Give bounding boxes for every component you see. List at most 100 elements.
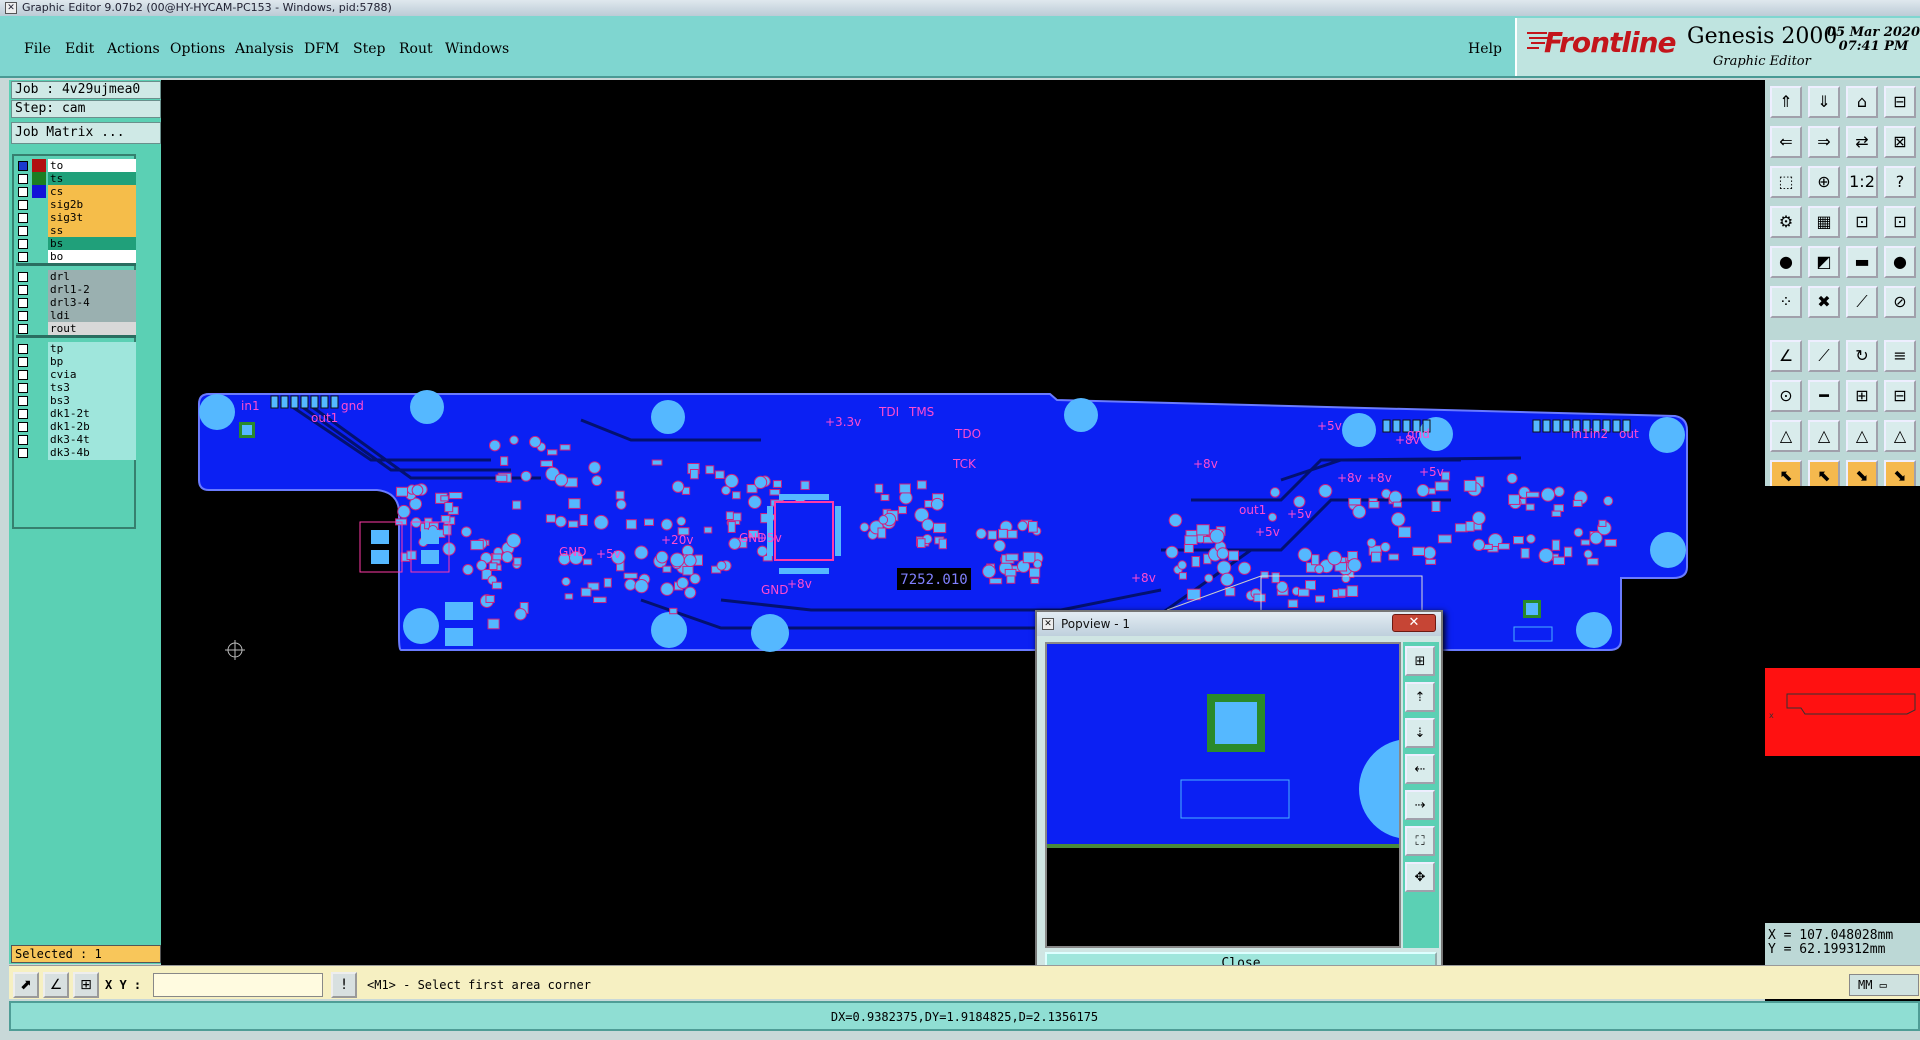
layer-checkbox[interactable]: [18, 298, 28, 308]
toolbar-16-icon[interactable]: ⊡: [1884, 206, 1916, 238]
toolbar-26-icon[interactable]: ⟋: [1808, 340, 1840, 372]
layer-checkbox[interactable]: [18, 448, 28, 458]
layer-checkbox[interactable]: [18, 200, 28, 210]
toolbar-10-icon[interactable]: ⊕: [1808, 166, 1840, 198]
toolbar-33-icon[interactable]: △: [1770, 420, 1802, 452]
layer-row-drl1-2[interactable]: drl1-2: [16, 283, 136, 297]
units-select[interactable]: MM ▭: [1849, 974, 1919, 996]
layer-row-tp[interactable]: tp: [16, 342, 136, 356]
menu-help[interactable]: Help: [1468, 41, 1502, 57]
toolbar-13-icon[interactable]: ⚙: [1770, 206, 1802, 238]
layer-checkbox[interactable]: [18, 174, 28, 184]
layer-row-ts3[interactable]: ts3: [16, 381, 136, 395]
toolbar-25-icon[interactable]: ∠: [1770, 340, 1802, 372]
toolbar-17-icon[interactable]: ●: [1770, 246, 1802, 278]
popview-zoom-in-icon[interactable]: ⇡: [1405, 682, 1435, 712]
toolbar-24-icon[interactable]: ⊘: [1884, 286, 1916, 318]
toolbar-27-icon[interactable]: ↻: [1846, 340, 1878, 372]
alert-icon[interactable]: !: [331, 972, 357, 998]
layer-checkbox[interactable]: [18, 409, 28, 419]
layer-checkbox[interactable]: [18, 239, 28, 249]
toolbar-36-icon[interactable]: △: [1884, 420, 1916, 452]
popview-fit-icon[interactable]: ⛶: [1405, 826, 1435, 856]
toolbar-15-icon[interactable]: ⊡: [1846, 206, 1878, 238]
layer-row-bs3[interactable]: bs3: [16, 394, 136, 408]
toolbar-29-icon[interactable]: ⊙: [1770, 380, 1802, 412]
toolbar-6-icon[interactable]: ⇒: [1808, 126, 1840, 158]
popview-canvas[interactable]: [1045, 642, 1459, 948]
layer-row-cvia[interactable]: cvia: [16, 368, 136, 382]
menu-dfm[interactable]: DFM: [304, 41, 339, 57]
menu-step[interactable]: Step: [353, 41, 385, 57]
toolbar-11-icon[interactable]: 1:2: [1846, 166, 1878, 198]
popview-zoom-out-icon[interactable]: ⇣: [1405, 718, 1435, 748]
layer-checkbox[interactable]: [18, 311, 28, 321]
popview-zoom-icon[interactable]: ⊞: [1405, 646, 1435, 676]
layer-row-ts[interactable]: ts: [16, 172, 136, 186]
layer-row-dk3-4b[interactable]: dk3-4b: [16, 446, 136, 460]
layer-row-rout[interactable]: rout: [16, 322, 136, 336]
popview-center-icon[interactable]: ✥: [1405, 862, 1435, 892]
toolbar-14-icon[interactable]: ▦: [1808, 206, 1840, 238]
measure-tool-icon[interactable]: ∠: [43, 972, 69, 998]
xy-input[interactable]: [153, 973, 323, 997]
toolbar-19-icon[interactable]: ▬: [1846, 246, 1878, 278]
layer-checkbox[interactable]: [18, 396, 28, 406]
toolbar-31-icon[interactable]: ⊞: [1846, 380, 1878, 412]
menu-windows[interactable]: Windows: [445, 41, 509, 57]
layer-row-ldi[interactable]: ldi: [16, 309, 136, 323]
toolbar-9-icon[interactable]: ⬚: [1770, 166, 1802, 198]
layer-row-sig3t[interactable]: sig3t: [16, 211, 136, 225]
toolbar-35-icon[interactable]: △: [1846, 420, 1878, 452]
toolbar-1-icon[interactable]: ⇑: [1770, 86, 1802, 118]
toolbar-20-icon[interactable]: ●: [1884, 246, 1916, 278]
menu-rout[interactable]: Rout: [399, 41, 433, 57]
toolbar-23-icon[interactable]: ⟋: [1846, 286, 1878, 318]
toolbar-2-icon[interactable]: ⇓: [1808, 86, 1840, 118]
toolbar-21-icon[interactable]: ⁘: [1770, 286, 1802, 318]
toolbar-7-icon[interactable]: ⇄: [1846, 126, 1878, 158]
layer-row-ss[interactable]: ss: [16, 224, 136, 238]
layer-row-dk1-2t[interactable]: dk1-2t: [16, 407, 136, 421]
menu-edit[interactable]: Edit: [65, 41, 94, 57]
toolbar-28-icon[interactable]: ≡: [1884, 340, 1916, 372]
popview-close-icon[interactable]: ✕: [1392, 614, 1436, 632]
layer-checkbox[interactable]: [18, 226, 28, 236]
toolbar-4-icon[interactable]: ⊟: [1884, 86, 1916, 118]
layer-row-to[interactable]: to: [16, 159, 136, 173]
layer-checkbox[interactable]: [18, 422, 28, 432]
select-tool-icon[interactable]: ⬈: [13, 972, 39, 998]
layer-checkbox[interactable]: [18, 324, 28, 334]
layer-checkbox[interactable]: [18, 252, 28, 262]
layer-row-drl3-4[interactable]: drl3-4: [16, 296, 136, 310]
layer-row-bs[interactable]: bs: [16, 237, 136, 251]
menu-actions[interactable]: Actions: [107, 41, 160, 57]
layer-checkbox[interactable]: [18, 187, 28, 197]
pcb-view[interactable]: 7252.010 in1 gndout1 TDI TMSTDOTCK+3.3vGND+…: [161, 80, 1765, 965]
layer-checkbox[interactable]: [18, 383, 28, 393]
popview-left-icon[interactable]: ⇠: [1405, 754, 1435, 784]
layer-row-bo[interactable]: bo: [16, 250, 136, 264]
toolbar-5-icon[interactable]: ⇐: [1770, 126, 1802, 158]
layer-checkbox[interactable]: [18, 370, 28, 380]
layer-row-sig2b[interactable]: sig2b: [16, 198, 136, 212]
toolbar-32-icon[interactable]: ⊟: [1884, 380, 1916, 412]
toolbar-12-icon[interactable]: ?: [1884, 166, 1916, 198]
menu-file[interactable]: File: [24, 41, 51, 57]
layer-row-drl[interactable]: drl: [16, 270, 136, 284]
layer-checkbox[interactable]: [18, 161, 28, 171]
popview-titlebar[interactable]: ✕ Popview - 1 ✕: [1037, 612, 1441, 636]
layer-checkbox[interactable]: [18, 272, 28, 282]
layer-row-dk1-2b[interactable]: dk1-2b: [16, 420, 136, 434]
toolbar-3-icon[interactable]: ⌂: [1846, 86, 1878, 118]
popview-right-icon[interactable]: ⇢: [1405, 790, 1435, 820]
graphic-canvas[interactable]: 7252.010 in1 gnd out1 TDI TMS TDO TCK +3.3v GND +…: [161, 80, 1765, 965]
toolbar-8-icon[interactable]: ⊠: [1884, 126, 1916, 158]
layer-row-bp[interactable]: bp: [16, 355, 136, 369]
menu-options[interactable]: Options: [170, 41, 225, 57]
grid-tool-icon[interactable]: ⊞: [73, 972, 99, 998]
toolbar-30-icon[interactable]: ━: [1808, 380, 1840, 412]
layer-row-dk3-4t[interactable]: dk3-4t: [16, 433, 136, 447]
layer-checkbox[interactable]: [18, 213, 28, 223]
layer-checkbox[interactable]: [18, 357, 28, 367]
